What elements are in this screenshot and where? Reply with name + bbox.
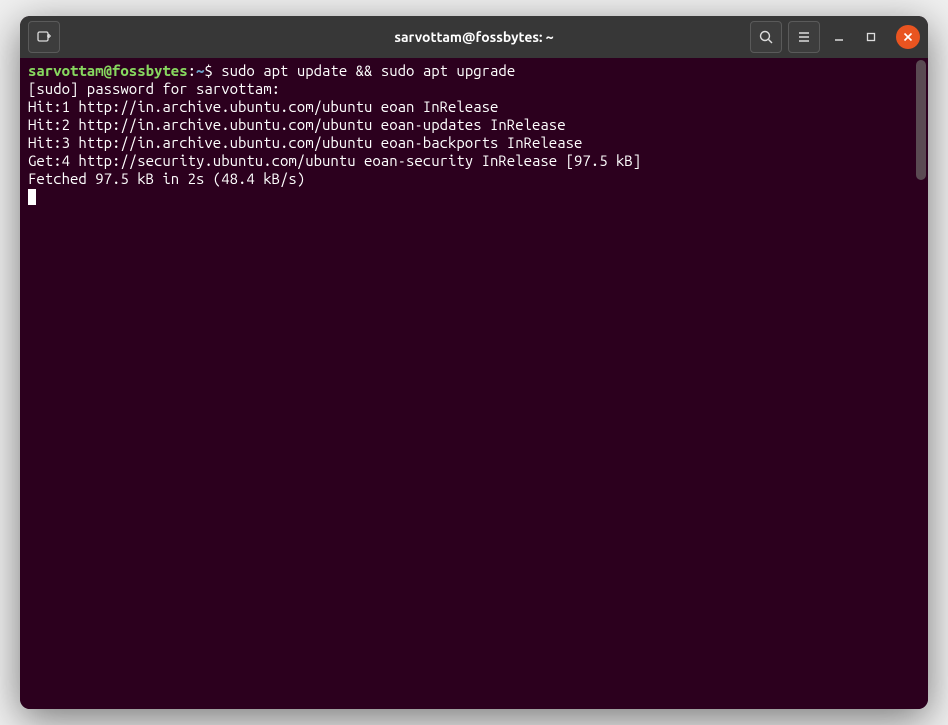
cursor-icon — [28, 189, 36, 205]
close-button[interactable] — [896, 25, 920, 49]
command-text: sudo apt update && sudo apt upgrade — [213, 62, 515, 79]
output-line: Hit:2 http://in.archive.ubuntu.com/ubunt… — [28, 116, 920, 134]
entered-command: sudo apt update && sudo apt upgrade — [221, 62, 515, 79]
maximize-icon — [865, 31, 877, 43]
search-icon — [758, 29, 774, 45]
terminal-body[interactable]: sarvottam@fossbytes:~$ sudo apt update &… — [20, 58, 928, 709]
terminal-window: sarvottam@fossbytes: ~ — [20, 16, 928, 709]
titlebar-left-controls — [28, 21, 60, 53]
window-title: sarvottam@fossbytes: ~ — [394, 29, 553, 45]
menu-button[interactable] — [788, 21, 820, 53]
close-icon — [903, 32, 913, 42]
cursor-line — [28, 188, 920, 206]
output-line: Hit:3 http://in.archive.ubuntu.com/ubunt… — [28, 134, 920, 152]
output-line: Get:4 http://security.ubuntu.com/ubuntu … — [28, 152, 920, 170]
new-tab-button[interactable] — [28, 21, 60, 53]
output-line: [sudo] password for sarvottam: — [28, 80, 920, 98]
titlebar-right-controls — [750, 21, 920, 53]
output-line: Hit:1 http://in.archive.ubuntu.com/ubunt… — [28, 98, 920, 116]
minimize-icon — [833, 31, 845, 43]
prompt-separator: : — [188, 62, 196, 79]
titlebar: sarvottam@fossbytes: ~ — [20, 16, 928, 58]
output-line: Fetched 97.5 kB in 2s (48.4 kB/s) — [28, 170, 920, 188]
maximize-button[interactable] — [858, 24, 884, 50]
new-tab-icon — [36, 29, 52, 45]
prompt-symbol: $ — [204, 62, 212, 79]
scrollbar-thumb[interactable] — [916, 60, 926, 180]
minimize-button[interactable] — [826, 24, 852, 50]
prompt-line: sarvottam@fossbytes:~$ sudo apt update &… — [28, 62, 920, 80]
search-button[interactable] — [750, 21, 782, 53]
hamburger-icon — [796, 29, 812, 45]
prompt-user-host: sarvottam@fossbytes — [28, 62, 188, 79]
